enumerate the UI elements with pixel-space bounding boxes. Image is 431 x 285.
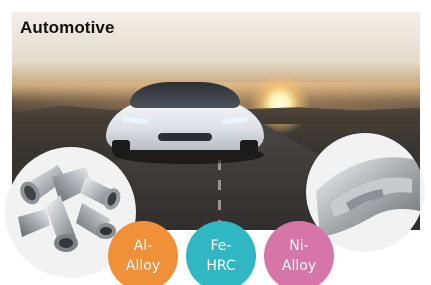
al-alloy-badge[interactable]: Al- Alloy	[108, 221, 178, 285]
car-grille	[158, 133, 212, 141]
car-wheel-right	[240, 140, 258, 154]
badge-line1: Fe-	[210, 238, 232, 254]
badge-line2: HRC	[206, 258, 236, 274]
ni-alloy-badge[interactable]: Ni- Alloy	[264, 221, 334, 285]
badge-line1: Al-	[133, 238, 153, 254]
section-title: Automotive	[20, 18, 115, 37]
badge-line1: Ni-	[289, 238, 309, 254]
badge-line2: Alloy	[281, 258, 317, 274]
fe-hrc-badge[interactable]: Fe- HRC	[186, 221, 256, 285]
badge-line2: Alloy	[125, 258, 161, 274]
car-windshield	[130, 82, 240, 108]
